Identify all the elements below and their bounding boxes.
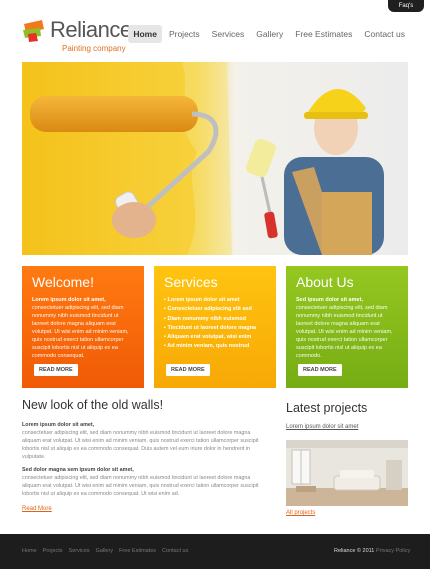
brand-tagline: Painting company: [62, 44, 126, 53]
services-list-item[interactable]: Tincidunt ut laoreet dolore magna: [164, 324, 266, 333]
hero-illustration: [22, 62, 408, 255]
logo[interactable]: Reliance Painting company: [22, 14, 142, 54]
services-title: Services: [164, 274, 218, 290]
content-paragraph-1-head: Lorem ipsum dolor sit amet,: [22, 422, 95, 428]
about-box: About Us Sed ipsum dolor sit amet, conse…: [286, 266, 408, 388]
welcome-read-more-button[interactable]: READ MORE: [34, 364, 78, 376]
footer: Home Projects Services Gallery Free Esti…: [0, 534, 430, 569]
services-list: Lorem ipsum dolor sit amet Consectetuer …: [164, 296, 266, 352]
paint-swatch-icon: [23, 20, 44, 42]
content-paragraph-2-body: consectetuer adipiscing elit, sed diam n…: [22, 475, 259, 497]
welcome-box: Welcome! Lorem ipsum dolor sit amet, con…: [22, 266, 144, 388]
nav-home[interactable]: Home: [128, 25, 162, 43]
about-body: consectetuer adipiscing elit, sed diam n…: [296, 305, 393, 359]
services-list-item[interactable]: Consectetuer adipiscing elit sed: [164, 305, 266, 314]
footer-nav-gallery[interactable]: Gallery: [96, 548, 113, 554]
services-list-item[interactable]: Aliquam erat volutpat, wisi enim: [164, 333, 266, 342]
room-interior-icon: [286, 440, 408, 506]
faq-tab[interactable]: Faq's: [388, 0, 424, 12]
about-title: About Us: [296, 274, 354, 290]
services-box: Services Lorem ipsum dolor sit amet Cons…: [154, 266, 276, 388]
latest-project-image[interactable]: [286, 440, 408, 506]
nav-contact-us[interactable]: Contact us: [359, 25, 410, 43]
footer-nav: Home Projects Services Gallery Free Esti…: [22, 548, 188, 554]
welcome-body: consectetuer adipiscing elit, sed diam n…: [32, 305, 129, 359]
content-read-more-link[interactable]: Read More: [22, 506, 52, 512]
about-lead: Sed ipsum dolor sit amet,: [296, 297, 363, 303]
footer-nav-services[interactable]: Services: [69, 548, 90, 554]
about-read-more-button[interactable]: READ MORE: [298, 364, 342, 376]
all-projects-link[interactable]: All projects: [286, 510, 315, 516]
content-paragraph-2: Sed dolor magna sem ipsum dolor sit amet…: [22, 466, 270, 498]
welcome-title: Welcome!: [32, 274, 94, 290]
services-read-more-button[interactable]: READ MORE: [166, 364, 210, 376]
footer-nav-contact-us[interactable]: Contact us: [162, 548, 188, 554]
content-paragraph-1-body: consectetuer adipiscing elit, sed diam n…: [22, 430, 259, 460]
footer-nav-free-estimates[interactable]: Free Estimates: [119, 548, 156, 554]
main-nav: Home Projects Services Gallery Free Esti…: [126, 25, 410, 43]
services-list-item[interactable]: Lorem ipsum dolor sit amet: [164, 296, 266, 305]
nav-gallery[interactable]: Gallery: [251, 25, 288, 43]
footer-privacy-link[interactable]: Privacy Policy: [376, 548, 410, 554]
nav-services[interactable]: Services: [207, 25, 250, 43]
content-paragraph-2-head: Sed dolor magna sem ipsum dolor sit amet…: [22, 467, 134, 473]
content-paragraph-1: Lorem ipsum dolor sit amet, consectetuer…: [22, 421, 270, 461]
latest-projects-title: Latest projects: [286, 401, 368, 415]
hero-banner: [22, 62, 408, 255]
welcome-lead: Lorem ipsum dolor sit amet,: [32, 297, 106, 303]
brand-name: Reliance: [50, 17, 132, 42]
nav-projects[interactable]: Projects: [164, 25, 205, 43]
services-list-item[interactable]: Ad minim veniam, quis nostrud: [164, 342, 266, 351]
footer-copyright: Reliance © 2011: [334, 548, 375, 554]
latest-project-link[interactable]: Lorem ipsum dolor sit amet: [286, 424, 358, 430]
content-title: New look of the old walls!: [22, 398, 164, 412]
footer-nav-home[interactable]: Home: [22, 548, 37, 554]
nav-free-estimates[interactable]: Free Estimates: [290, 25, 357, 43]
services-list-item[interactable]: Diam nonummy nibh euismod: [164, 315, 266, 324]
footer-nav-projects[interactable]: Projects: [43, 548, 63, 554]
